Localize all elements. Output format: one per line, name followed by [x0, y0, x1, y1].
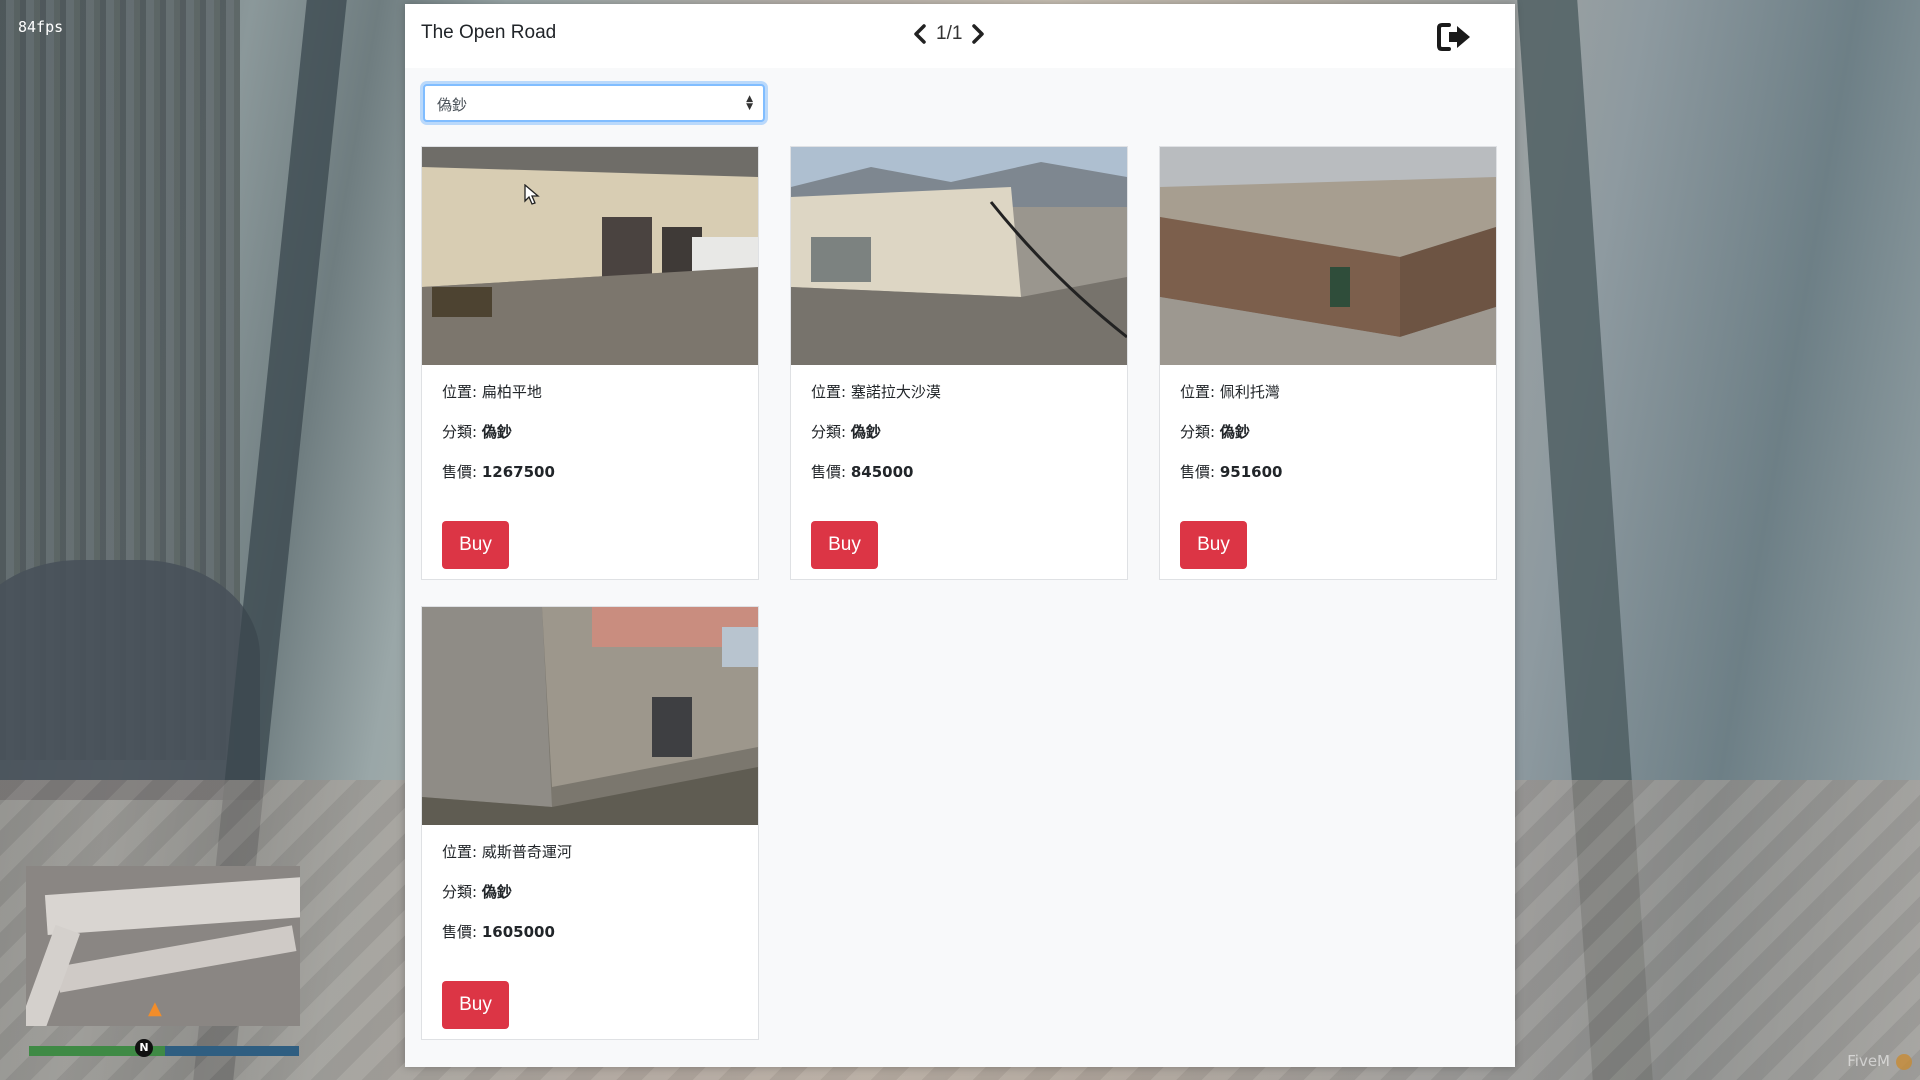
property-card: 位置: 佩利托灣 分類: 偽鈔 售價: 951600 Buy — [1159, 146, 1497, 580]
location-value: 佩利托灣 — [1219, 383, 1280, 401]
page-title: The Open Road — [421, 22, 557, 43]
property-card: 位置: 威斯普奇運河 分類: 偽鈔 售價: 1605000 Buy — [421, 606, 759, 1040]
sort-caret-icon: ▲ ▼ — [746, 94, 753, 112]
price-label: 售價: — [811, 463, 851, 481]
price-label: 售價: — [442, 463, 482, 481]
property-shop-panel: The Open Road 1/1 偽鈔 ▲ ▼ 位置: 扁柏平地 分類: 偽鈔… — [405, 4, 1515, 1067]
panel-header: The Open Road 1/1 — [405, 4, 1515, 68]
property-image — [791, 147, 1127, 365]
category-select[interactable]: 偽鈔 ▲ ▼ — [423, 84, 765, 122]
price-label: 售價: — [1180, 463, 1220, 481]
buy-button[interactable]: Buy — [442, 521, 509, 569]
buy-button[interactable]: Buy — [811, 521, 878, 569]
page-indicator: 1/1 — [936, 23, 963, 44]
minimap-road — [55, 925, 297, 993]
chevron-left-icon[interactable] — [910, 22, 930, 46]
player-marker-icon: ▲ — [148, 998, 162, 1019]
minimap: ▲ — [26, 866, 300, 1026]
fivem-logo-icon — [1896, 1054, 1912, 1070]
minimap-road — [44, 876, 300, 936]
location-label: 位置: — [811, 383, 851, 401]
property-image — [422, 607, 758, 825]
health-armor-bar — [29, 1046, 299, 1056]
chevron-right-icon[interactable] — [968, 22, 988, 46]
location-value: 威斯普奇運河 — [481, 843, 572, 861]
location-value: 扁柏平地 — [481, 383, 542, 401]
fivem-watermark: FiveM — [1847, 1052, 1890, 1070]
price-value: 951600 — [1219, 463, 1283, 481]
category-label: 分類: — [442, 883, 482, 901]
price-value: 1605000 — [481, 923, 555, 941]
location-value: 塞諾拉大沙漠 — [850, 383, 941, 401]
location-label: 位置: — [442, 383, 482, 401]
buy-button[interactable]: Buy — [1180, 521, 1247, 569]
buy-button[interactable]: Buy — [442, 981, 509, 1029]
price-label: 售價: — [442, 923, 482, 941]
compass-north-icon: N — [135, 1039, 153, 1057]
fps-counter: 84fps — [18, 18, 64, 36]
property-card: 位置: 扁柏平地 分類: 偽鈔 售價: 1267500 Buy — [421, 146, 759, 580]
category-value: 偽鈔 — [481, 423, 512, 441]
mouse-cursor-icon — [524, 184, 540, 205]
pagination: 1/1 — [910, 22, 988, 46]
property-card: 位置: 塞諾拉大沙漠 分類: 偽鈔 售價: 845000 Buy — [790, 146, 1128, 580]
category-label: 分類: — [1180, 423, 1220, 441]
price-value: 1267500 — [481, 463, 555, 481]
property-image — [1160, 147, 1496, 365]
property-image — [422, 147, 758, 365]
location-label: 位置: — [1180, 383, 1220, 401]
category-label: 分類: — [811, 423, 851, 441]
sign-out-icon — [1437, 23, 1470, 51]
location-label: 位置: — [442, 843, 482, 861]
category-label: 分類: — [442, 423, 482, 441]
category-value: 偽鈔 — [850, 423, 881, 441]
category-select-value: 偽鈔 — [437, 96, 468, 114]
category-value: 偽鈔 — [481, 883, 512, 901]
category-value: 偽鈔 — [1219, 423, 1250, 441]
exit-button[interactable] — [1437, 22, 1473, 52]
price-value: 845000 — [850, 463, 914, 481]
background-pillar-base — [0, 560, 260, 800]
